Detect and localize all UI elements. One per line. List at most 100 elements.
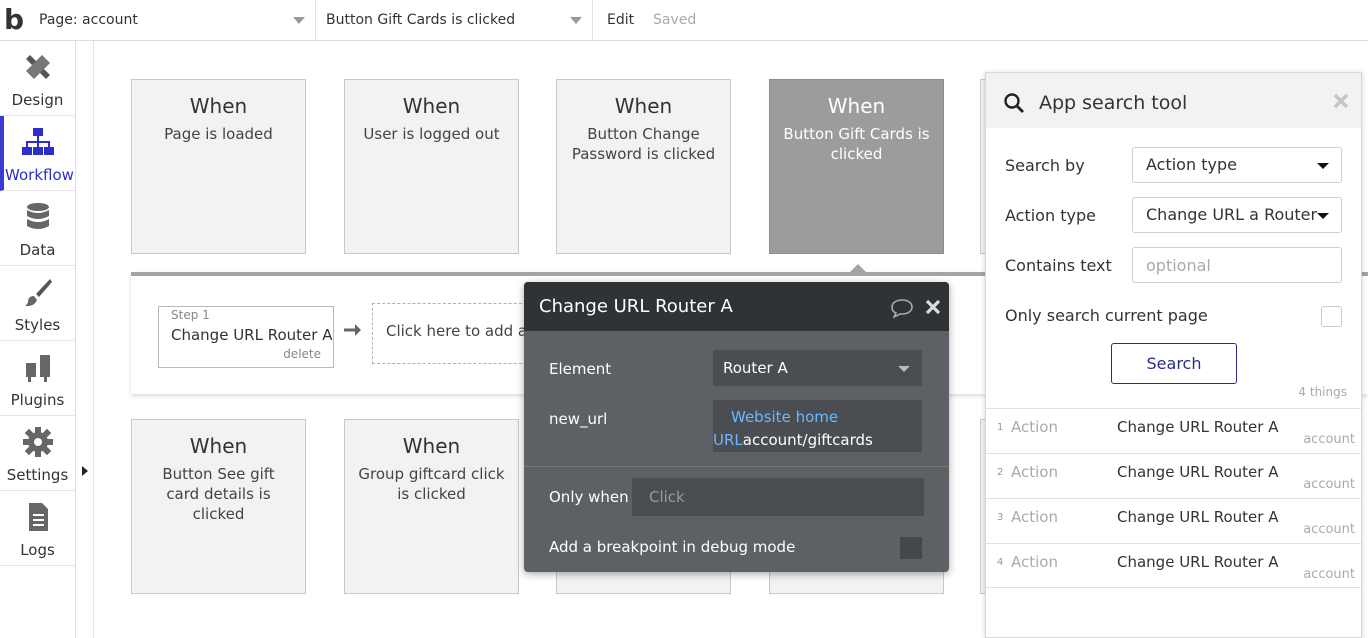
nav-label: Logs [20, 541, 55, 559]
saved-status: Saved [653, 12, 697, 28]
new-url-field[interactable]: Website home URLaccount/giftcards [713, 400, 922, 452]
event-card-page-loaded[interactable]: When Page is loaded [131, 79, 306, 254]
edit-menu[interactable]: Edit [607, 0, 634, 40]
result-index: 4 [997, 557, 1004, 568]
action-type-label: Action type [1005, 206, 1096, 225]
event-when: When [614, 94, 673, 118]
contains-text-label: Contains text [1005, 256, 1112, 275]
search-by-dropdown[interactable]: Action type [1132, 147, 1342, 183]
chevron-down-icon [293, 17, 305, 24]
event-when: When [189, 94, 248, 118]
comment-icon[interactable] [890, 298, 914, 318]
workflow-step-1[interactable]: Step 1 Change URL Router A delete [158, 306, 334, 368]
page-dropdown-label: Page: account [39, 12, 138, 28]
search-panel-header: App search tool [986, 73, 1361, 128]
result-row[interactable]: 3 Action Change URL Router A account [986, 498, 1361, 543]
collapse-nav-icon[interactable] [82, 466, 88, 476]
event-card-user-logged-out[interactable]: When User is logged out [344, 79, 519, 254]
action-type-dropdown[interactable]: Change URL a Router [1132, 197, 1342, 233]
nav-workflow[interactable]: Workflow [0, 116, 75, 191]
result-name: Change URL Router A [1117, 418, 1279, 436]
step-delete-link[interactable]: delete [283, 347, 321, 361]
result-type: Action [1011, 508, 1058, 526]
result-type: Action [1011, 463, 1058, 481]
chevron-down-icon [1317, 213, 1329, 219]
event-name: Page is loaded [164, 125, 273, 143]
close-icon[interactable] [924, 298, 942, 316]
result-row[interactable]: 4 Action Change URL Router A account [986, 543, 1361, 588]
current-page-label: Only search current page [1005, 306, 1208, 325]
nav-design[interactable]: Design [0, 41, 75, 116]
search-button[interactable]: Search [1111, 343, 1237, 384]
event-dropdown[interactable]: Button Gift Cards is clicked [317, 0, 593, 41]
new-url-label: new_url [549, 410, 608, 428]
step-action: Change URL Router A [171, 326, 333, 344]
result-row[interactable]: 1 Action Change URL Router A account [986, 408, 1361, 453]
close-icon[interactable] [1332, 92, 1350, 110]
search-by-value: Action type [1146, 155, 1237, 174]
workflow-icon [22, 128, 54, 155]
event-card-change-password[interactable]: When Button Change Password is clicked [556, 79, 731, 254]
nav-data[interactable]: Data [0, 191, 75, 266]
event-name: User is logged out [363, 125, 500, 143]
event-name: Button See gift card details is clicked [162, 465, 275, 523]
editor-header: Change URL Router A [524, 282, 949, 331]
event-dropdown-label: Button Gift Cards is clicked [326, 12, 516, 28]
editor-divider [524, 466, 949, 467]
plugins-icon [26, 355, 50, 382]
only-when-label: Only when [549, 488, 629, 506]
nav-plugins[interactable]: Plugins [0, 341, 75, 416]
search-by-label: Search by [1005, 156, 1085, 175]
result-row[interactable]: 2 Action Change URL Router A account [986, 453, 1361, 498]
only-when-field[interactable]: Click [632, 478, 924, 516]
editor-title: Change URL Router A [539, 296, 733, 317]
nav-label: Design [11, 91, 64, 109]
action-property-editor: Change URL Router A Element Router A new… [524, 282, 949, 572]
top-bar: b Page: account Button Gift Cards is cli… [0, 0, 1368, 41]
event-name: Group giftcard click is clicked [358, 465, 505, 503]
step-number: Step 1 [171, 308, 210, 322]
search-icon [1004, 93, 1024, 113]
event-name: Button Gift Cards is clicked [783, 125, 930, 163]
page-dropdown[interactable]: Page: account [30, 0, 316, 41]
result-count: 4 things [1298, 385, 1347, 399]
event-when: When [189, 434, 248, 458]
breakpoint-checkbox[interactable] [900, 537, 922, 559]
event-card-gift-cards[interactable]: When Button Gift Cards is clicked [769, 79, 944, 254]
arrow-right-icon [344, 324, 361, 336]
result-type: Action [1011, 418, 1058, 436]
add-action-button[interactable]: Click here to add an action... [372, 303, 542, 364]
event-card-see-gift-card[interactable]: When Button See gift card details is cli… [131, 419, 306, 594]
current-page-checkbox[interactable] [1321, 306, 1342, 327]
nav-styles[interactable]: Styles [0, 266, 75, 341]
nav-settings[interactable]: Settings [0, 416, 75, 491]
nav-label: Workflow [5, 166, 74, 184]
nav-logs[interactable]: Logs [0, 491, 75, 566]
element-value: Router A [723, 359, 788, 377]
nav-label: Settings [6, 466, 69, 484]
search-panel-title: App search tool [1039, 92, 1188, 114]
nav-label: Plugins [10, 391, 65, 409]
result-page: account [1303, 432, 1355, 447]
bubble-logo[interactable]: b [0, 0, 30, 40]
action-type-value: Change URL a Router [1146, 205, 1318, 224]
dynamic-expression-tail[interactable]: URL [713, 431, 743, 449]
logs-icon [29, 503, 48, 531]
result-name: Change URL Router A [1117, 553, 1279, 571]
contains-text-input[interactable] [1132, 247, 1342, 283]
url-static-text: account/giftcards [742, 431, 873, 449]
chevron-down-icon [898, 366, 910, 372]
result-index: 3 [997, 512, 1004, 523]
result-page: account [1303, 522, 1355, 537]
result-type: Action [1011, 553, 1058, 571]
styles-icon [25, 279, 52, 307]
event-card-group-giftcard[interactable]: When Group giftcard click is clicked [344, 419, 519, 594]
breakpoint-label: Add a breakpoint in debug mode [549, 538, 796, 556]
dynamic-expression[interactable]: Website home [731, 408, 838, 426]
result-page: account [1303, 567, 1355, 582]
result-page: account [1303, 477, 1355, 492]
event-when: When [827, 94, 886, 118]
element-dropdown[interactable]: Router A [713, 350, 922, 386]
settings-icon [23, 427, 53, 457]
app-search-panel: App search tool Search by Action type Ac… [985, 72, 1362, 638]
